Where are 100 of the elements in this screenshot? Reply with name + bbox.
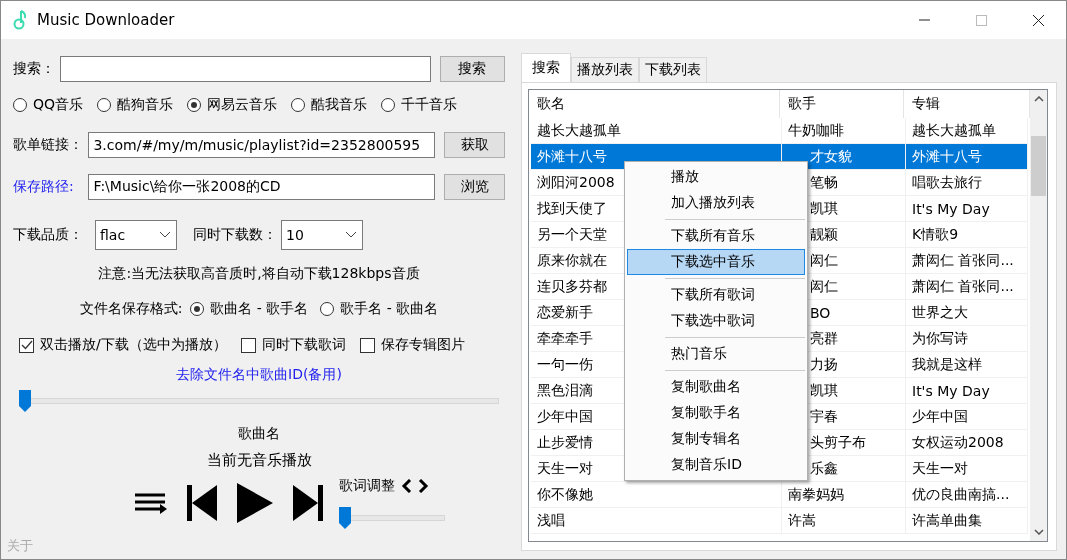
- table-cell: 黑色泪滴: [537, 381, 593, 400]
- table-cell: 越长大越孤单: [912, 121, 996, 140]
- search-field[interactable]: [60, 56, 431, 82]
- source-radio[interactable]: 酷狗音乐: [97, 96, 174, 114]
- window-title: Music Downloader: [37, 11, 175, 29]
- table-cell: 少年中国: [537, 407, 593, 426]
- playback-status: 当前无音乐播放: [206, 450, 312, 470]
- column-header[interactable]: 歌名: [529, 90, 780, 118]
- table-cell: It's My Day: [912, 382, 990, 399]
- concurrency-dropdown[interactable]: 10: [281, 220, 363, 250]
- table-cell: 止步爱情: [537, 433, 593, 452]
- checkmark-icon: [20, 340, 33, 350]
- option-checkbox[interactable]: 同时下载歌词: [240, 336, 346, 354]
- menu-item[interactable]: 下载所有音乐: [627, 223, 805, 249]
- progress-slider[interactable]: [19, 390, 499, 412]
- table-cell: 闳仁: [810, 251, 838, 270]
- table-cell: 浅唱: [537, 511, 565, 530]
- chevron-right-icon[interactable]: [418, 479, 429, 493]
- quality-dropdown[interactable]: flac: [95, 220, 177, 250]
- play-icon[interactable]: [237, 483, 273, 523]
- table-cell: 优の良曲南搞...: [912, 485, 1010, 504]
- table-cell: 我就是这样: [912, 355, 982, 374]
- search-button[interactable]: 搜索: [439, 56, 505, 82]
- column-header[interactable]: 歌手: [780, 90, 904, 118]
- option-checkbox[interactable]: 保存专辑图片: [359, 336, 465, 354]
- next-icon[interactable]: [293, 485, 323, 521]
- chevron-down-icon: [160, 232, 170, 238]
- table-row[interactable]: 你不像她 南拳妈妈 优の良曲南搞...: [531, 482, 1028, 508]
- lyrics-slider[interactable]: [339, 507, 445, 529]
- slider-thumb[interactable]: [339, 507, 351, 529]
- table-cell: 闳仁: [810, 277, 838, 296]
- tab[interactable]: 播放列表: [571, 57, 639, 82]
- table-cell: 少年中国: [912, 407, 968, 426]
- table-cell: 牛奶咖啡: [788, 121, 844, 140]
- slider-thumb[interactable]: [19, 390, 31, 412]
- playlist-field[interactable]: 3.com/#/my/m/music/playlist?id=2352800595: [88, 132, 436, 158]
- save-path-link[interactable]: 保存路径:: [13, 178, 89, 196]
- format-radio[interactable]: 歌曲名 - 歌手名: [190, 300, 309, 318]
- table-row[interactable]: 浅唱 许嵩 许嵩单曲集: [531, 508, 1028, 534]
- table-cell: 另一个天堂: [537, 225, 607, 244]
- lyrics-adjust-label: 歌词调整: [339, 477, 395, 495]
- table-cell: 宇春: [810, 407, 838, 426]
- table-cell: 原来你就在: [537, 251, 607, 270]
- song-name: 歌曲名: [238, 425, 280, 443]
- chevron-left-icon[interactable]: [401, 479, 412, 493]
- table-cell: K情歌9: [912, 225, 959, 244]
- menu-item[interactable]: 复制歌手名: [627, 400, 805, 426]
- tab[interactable]: 下载列表: [639, 57, 707, 82]
- table-cell: 乐鑫: [810, 459, 838, 478]
- table-cell: BO: [810, 304, 831, 321]
- table-cell: 浏阳河2008: [537, 173, 615, 192]
- menu-item[interactable]: 下载所有歌词: [627, 282, 805, 308]
- menu-item[interactable]: 复制歌曲名: [627, 374, 805, 400]
- fetch-button[interactable]: 获取: [444, 132, 505, 158]
- save-path-field[interactable]: F:\Music\给你一张2008的CD: [88, 174, 436, 200]
- concurrency-label: 同时下载数：: [193, 226, 277, 244]
- menu-item[interactable]: 下载选中音乐: [627, 249, 805, 275]
- table-cell: 为你写诗: [912, 329, 968, 348]
- table-cell: 你不像她: [537, 485, 593, 504]
- table-cell: 萧闳仁 首张同...: [912, 277, 1014, 296]
- source-radio[interactable]: 千千音乐: [381, 96, 458, 114]
- table-cell: 笔畅: [810, 173, 838, 192]
- table-cell: 南拳妈妈: [788, 485, 844, 504]
- scroll-up-icon[interactable]: [1033, 96, 1044, 102]
- table-cell: 外滩十八号: [537, 147, 607, 166]
- table-cell: 世界之大: [912, 303, 968, 322]
- quality-note: 注意:当无法获取高音质时,将自动下载128kbps音质: [98, 265, 420, 283]
- source-radio[interactable]: 网易云音乐: [187, 96, 278, 114]
- chevron-down-icon: [346, 232, 356, 238]
- source-radio[interactable]: 酷我音乐: [291, 96, 368, 114]
- table-cell: 萧闳仁 首张同...: [912, 251, 1014, 270]
- table-cell: 凯琪: [810, 199, 838, 218]
- table-cell: 天生一对: [912, 459, 968, 478]
- close-icon[interactable]: [1033, 14, 1044, 26]
- source-radio[interactable]: QQ音乐: [13, 96, 84, 114]
- tab[interactable]: 搜索: [521, 53, 571, 82]
- table-cell: 越长大越孤单: [537, 121, 621, 140]
- table-cell: 女权运动2008: [912, 433, 1004, 452]
- menu-item[interactable]: 加入播放列表: [627, 190, 805, 216]
- table-cell: 力扬: [810, 355, 838, 374]
- filename-format-label: 文件名保存格式:: [79, 300, 183, 318]
- table-cell: 恋爱新手: [537, 303, 593, 322]
- playlist-icon[interactable]: [135, 492, 167, 514]
- scrollbar-thumb[interactable]: [1031, 136, 1046, 196]
- scroll-down-icon[interactable]: [1033, 529, 1044, 535]
- table-cell: 许嵩单曲集: [912, 511, 982, 530]
- browse-button[interactable]: 浏览: [444, 174, 505, 200]
- menu-item[interactable]: 复制音乐ID: [627, 452, 805, 478]
- table-cell: 连贝多芬都: [537, 277, 607, 296]
- menu-item[interactable]: 复制专辑名: [627, 426, 805, 452]
- table-cell: 才女貌: [810, 147, 852, 166]
- playlist-label: 歌单链接：: [13, 136, 84, 154]
- table-cell: 头剪子布: [810, 433, 866, 452]
- option-checkbox[interactable]: 双击播放/下载（选中为播放）: [19, 336, 227, 354]
- table-cell: 亮群: [810, 329, 838, 348]
- previous-icon[interactable]: [187, 485, 217, 521]
- remove-id-link[interactable]: 去除文件名中歌曲ID(备用): [176, 366, 342, 384]
- search-label: 搜索：: [13, 60, 56, 78]
- table-cell: 外滩十八号: [912, 147, 982, 166]
- format-radio[interactable]: 歌手名 - 歌曲名: [320, 300, 439, 318]
